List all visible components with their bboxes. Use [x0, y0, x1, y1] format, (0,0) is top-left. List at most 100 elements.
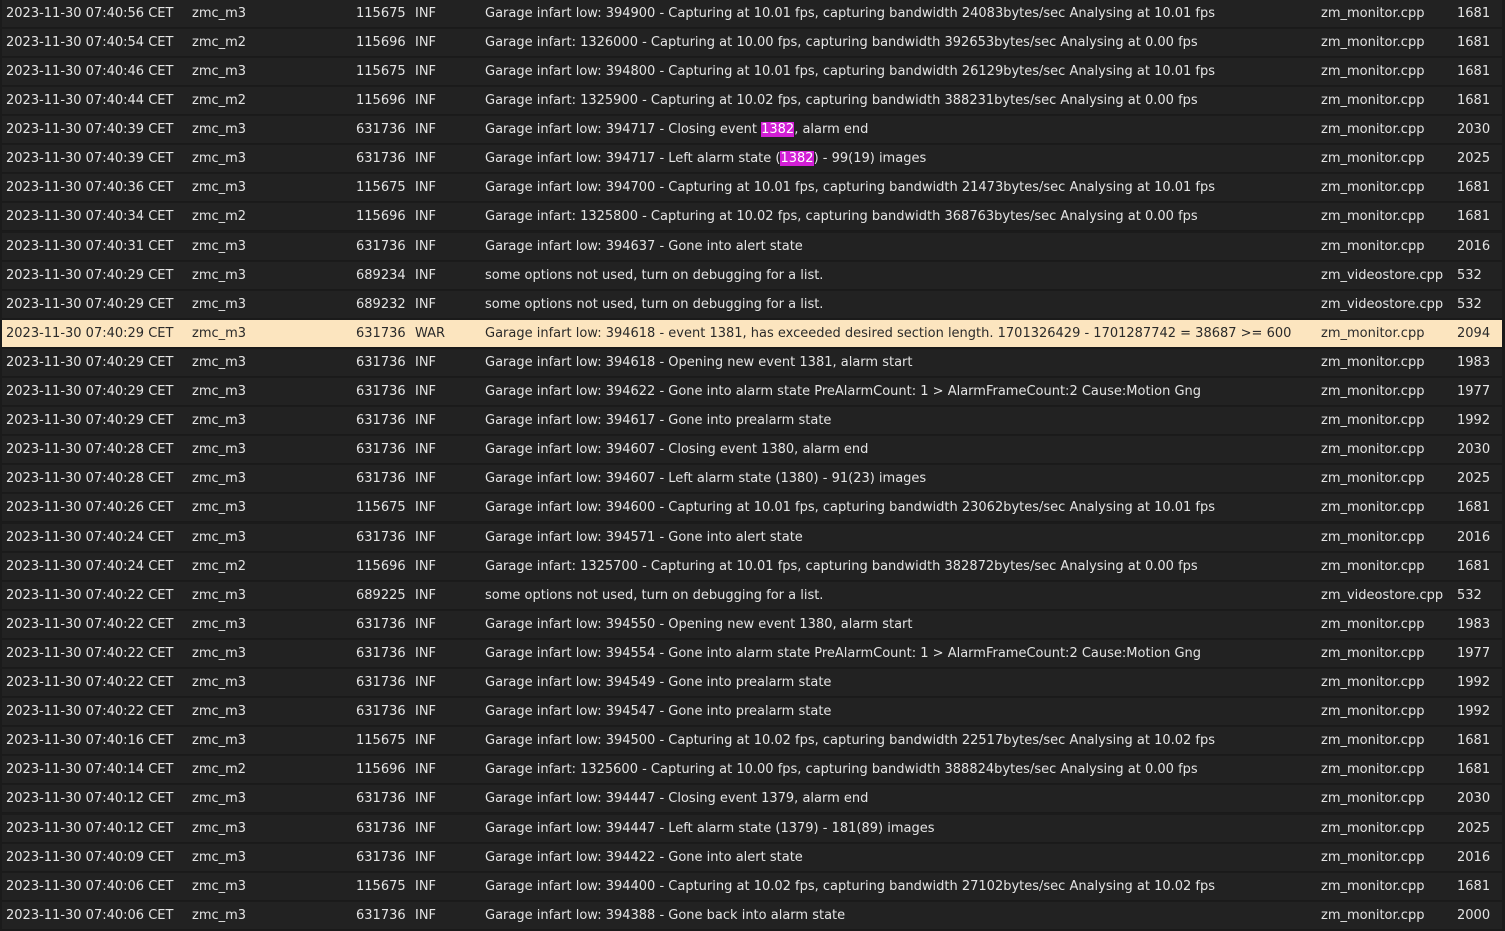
- log-message-text: Garage infart low: 394571 - Gone into al…: [485, 530, 803, 545]
- log-component: zmc_m3: [192, 733, 247, 748]
- log-timestamp: 2023-11-30 07:40:06 CET: [6, 908, 174, 923]
- log-component: zmc_m3: [192, 122, 247, 137]
- log-component: zmc_m3: [192, 442, 247, 457]
- log-timestamp: 2023-11-30 07:40:29 CET: [6, 268, 174, 283]
- log-row[interactable]: 2023-11-30 07:40:06 CET zmc_m3 631736 INF Ga…: [2, 902, 1502, 930]
- log-message-text: Garage infart low: 394388 - Gone back in…: [485, 908, 846, 923]
- log-timestamp: 2023-11-30 07:40:22 CET: [6, 646, 174, 661]
- log-source-line: 1992: [1457, 413, 1491, 428]
- log-row[interactable]: 2023-11-30 07:40:14 CET zmc_m2 115696 INF Ga…: [2, 756, 1502, 784]
- log-row[interactable]: 2023-11-30 07:40:29 CET zmc_m3 631736 INF Ga…: [2, 407, 1502, 435]
- log-message-text-tail: , alarm end: [794, 122, 869, 137]
- log-row[interactable]: 2023-11-30 07:40:28 CET zmc_m3 631736 INF Ga…: [2, 465, 1502, 493]
- log-row[interactable]: 2023-11-30 07:40:22 CET zmc_m3 631736 INF Ga…: [2, 669, 1502, 697]
- log-row[interactable]: 2023-11-30 07:40:26 CET zmc_m3 115675 INF Ga…: [2, 494, 1502, 522]
- log-message-text: Garage infart low: 394637 - Gone into al…: [485, 239, 803, 254]
- log-source-file: zm_monitor.cpp: [1321, 530, 1425, 545]
- log-row[interactable]: 2023-11-30 07:40:12 CET zmc_m3 631736 INF Ga…: [2, 815, 1502, 843]
- log-row[interactable]: 2023-11-30 07:40:31 CET zmc_m3 631736 INF Ga…: [2, 233, 1502, 261]
- log-component: zmc_m3: [192, 704, 247, 719]
- log-level: INF: [415, 762, 437, 777]
- log-row[interactable]: 2023-11-30 07:40:29 CET zmc_m3 631736 INF Ga…: [2, 378, 1502, 406]
- log-row[interactable]: 2023-11-30 07:40:56 CET zmc_m3 115675 INF Ga…: [2, 0, 1502, 28]
- log-pid: 115675: [356, 879, 406, 894]
- log-pid: 689232: [356, 297, 406, 312]
- log-table: 2023-11-30 07:40:56 CET zmc_m3 115675 INF Ga…: [0, 0, 1505, 931]
- log-timestamp: 2023-11-30 07:40:46 CET: [6, 64, 174, 79]
- log-source-line: 2025: [1457, 821, 1491, 836]
- log-message: Garage infart: 1325900 - Capturing at 10…: [485, 87, 1198, 115]
- log-row[interactable]: 2023-11-30 07:40:24 CET zmc_m3 631736 INF Ga…: [2, 524, 1502, 552]
- log-source-line: 2094: [1457, 326, 1491, 341]
- log-source-file: zm_monitor.cpp: [1321, 850, 1425, 865]
- log-row[interactable]: 2023-11-30 07:40:22 CET zmc_m3 631736 INF Ga…: [2, 698, 1502, 726]
- log-row[interactable]: 2023-11-30 07:40:29 CET zmc_m3 689234 INF so…: [2, 262, 1502, 290]
- log-row[interactable]: 2023-11-30 07:40:12 CET zmc_m3 631736 INF Ga…: [2, 785, 1502, 813]
- log-component: zmc_m3: [192, 791, 247, 806]
- log-message-text: Garage infart low: 394800 - Capturing at…: [485, 64, 1216, 79]
- log-row[interactable]: 2023-11-30 07:40:29 CET zmc_m3 631736 INF Ga…: [2, 349, 1502, 377]
- log-source-file: zm_monitor.cpp: [1321, 326, 1425, 341]
- log-message: Garage infart: 1325800 - Capturing at 10…: [485, 203, 1198, 231]
- log-row[interactable]: 2023-11-30 07:40:24 CET zmc_m2 115696 INF Ga…: [2, 553, 1502, 581]
- log-row[interactable]: 2023-11-30 07:40:44 CET zmc_m2 115696 INF Ga…: [2, 87, 1502, 115]
- log-level: INF: [415, 180, 437, 195]
- log-pid: 689225: [356, 588, 406, 603]
- log-row[interactable]: 2023-11-30 07:40:22 CET zmc_m3 631736 INF Ga…: [2, 640, 1502, 668]
- log-row[interactable]: 2023-11-30 07:40:29 CET zmc_m3 689232 INF so…: [2, 291, 1502, 319]
- log-component: zmc_m3: [192, 821, 247, 836]
- log-message: Garage infart: 1325700 - Capturing at 10…: [485, 553, 1198, 581]
- log-message: Garage infart low: 394554 - Gone into al…: [485, 640, 1201, 668]
- log-pid: 631736: [356, 326, 406, 341]
- log-timestamp: 2023-11-30 07:40:29 CET: [6, 384, 174, 399]
- log-row[interactable]: 2023-11-30 07:40:09 CET zmc_m3 631736 INF Ga…: [2, 844, 1502, 872]
- log-message: Garage infart low: 394717 - Left alarm s…: [485, 145, 926, 173]
- log-level: INF: [415, 355, 437, 370]
- log-timestamp: 2023-11-30 07:40:22 CET: [6, 704, 174, 719]
- log-source-line: 1681: [1457, 6, 1491, 21]
- log-row[interactable]: 2023-11-30 07:40:39 CET zmc_m3 631736 INF Ga…: [2, 145, 1502, 173]
- log-row[interactable]: 2023-11-30 07:40:22 CET zmc_m3 631736 INF Ga…: [2, 611, 1502, 639]
- log-timestamp: 2023-11-30 07:40:22 CET: [6, 675, 174, 690]
- log-timestamp: 2023-11-30 07:40:34 CET: [6, 209, 174, 224]
- log-level: INF: [415, 268, 437, 283]
- log-message-text: Garage infart low: 394549 - Gone into pr…: [485, 675, 832, 690]
- log-message: Garage infart low: 394500 - Capturing at…: [485, 727, 1215, 755]
- log-pid: 631736: [356, 704, 406, 719]
- log-row-warning[interactable]: 2023-11-30 07:40:29 CET zmc_m3 631736 WAR Ga…: [2, 320, 1502, 348]
- log-message-text: Garage infart low: 394900 - Capturing at…: [485, 6, 1216, 21]
- log-row[interactable]: 2023-11-30 07:40:54 CET zmc_m2 115696 INF Ga…: [2, 29, 1502, 57]
- log-pid: 631736: [356, 122, 406, 137]
- log-row[interactable]: 2023-11-30 07:40:39 CET zmc_m3 631736 INF Ga…: [2, 116, 1502, 144]
- log-row[interactable]: 2023-11-30 07:40:16 CET zmc_m3 115675 INF Ga…: [2, 727, 1502, 755]
- log-row[interactable]: 2023-11-30 07:40:06 CET zmc_m3 115675 INF Ga…: [2, 873, 1502, 901]
- log-pid: 631736: [356, 239, 406, 254]
- log-level: INF: [415, 413, 437, 428]
- log-message: Garage infart low: 394800 - Capturing at…: [485, 58, 1215, 86]
- log-message: Garage infart low: 394700 - Capturing at…: [485, 174, 1215, 202]
- log-pid: 115675: [356, 64, 406, 79]
- log-source-file: zm_monitor.cpp: [1321, 675, 1425, 690]
- log-message-text: Garage infart: 1325800 - Capturing at 10…: [485, 209, 1198, 224]
- log-row[interactable]: 2023-11-30 07:40:22 CET zmc_m3 689225 INF so…: [2, 582, 1502, 610]
- log-row[interactable]: 2023-11-30 07:40:36 CET zmc_m3 115675 INF Ga…: [2, 174, 1502, 202]
- log-pid: 115696: [356, 762, 406, 777]
- log-level: INF: [415, 617, 437, 632]
- log-row[interactable]: 2023-11-30 07:40:46 CET zmc_m3 115675 INF Ga…: [2, 58, 1502, 86]
- log-source-line: 532: [1457, 268, 1482, 283]
- log-row[interactable]: 2023-11-30 07:40:28 CET zmc_m3 631736 INF Ga…: [2, 436, 1502, 464]
- log-level: INF: [415, 530, 437, 545]
- log-source-line: 1681: [1457, 180, 1491, 195]
- log-message: Garage infart low: 394622 - Gone into al…: [485, 378, 1201, 406]
- log-level: INF: [415, 733, 437, 748]
- log-source-file: zm_monitor.cpp: [1321, 733, 1425, 748]
- log-message-text-tail: ) - 99(19) images: [813, 151, 927, 166]
- log-level: INF: [415, 675, 437, 690]
- log-message-text: some options not used, turn on debugging…: [485, 297, 824, 312]
- log-timestamp: 2023-11-30 07:40:31 CET: [6, 239, 174, 254]
- log-timestamp: 2023-11-30 07:40:24 CET: [6, 559, 174, 574]
- log-source-file: zm_monitor.cpp: [1321, 6, 1425, 21]
- log-row[interactable]: 2023-11-30 07:40:34 CET zmc_m2 115696 INF Ga…: [2, 203, 1502, 231]
- log-pid: 631736: [356, 850, 406, 865]
- log-message-text: Garage infart low: 394500 - Capturing at…: [485, 733, 1216, 748]
